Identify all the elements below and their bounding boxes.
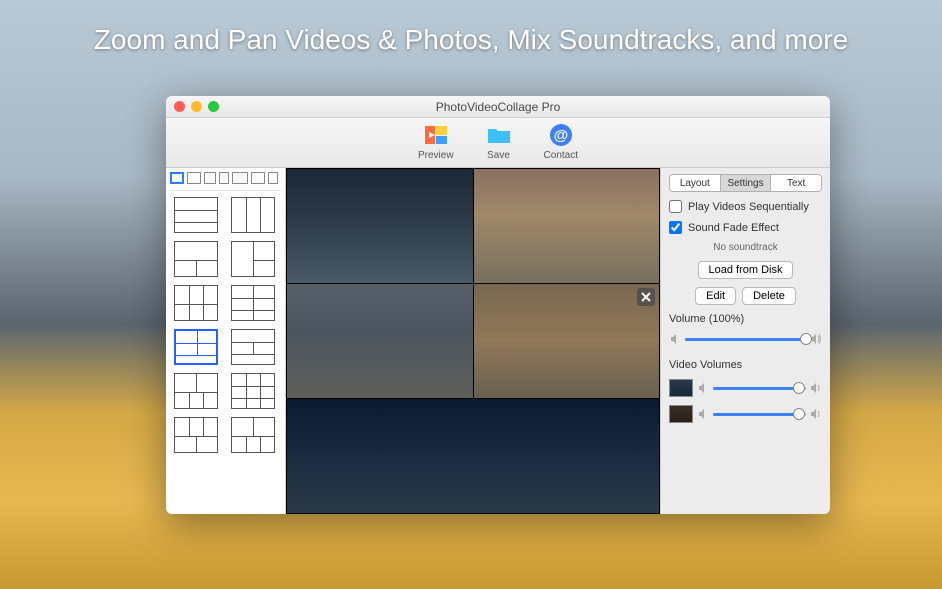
canvas-cell[interactable] [474,284,660,398]
layout-thumbnail[interactable] [231,417,275,453]
checkbox-input[interactable] [669,221,682,234]
layouts-grid [170,197,281,453]
speaker-high-icon [810,408,822,420]
video-volume-slider[interactable] [713,413,806,416]
tab-row: Layout Settings Text [669,174,822,192]
aspect-ratio-row [170,172,281,191]
canvas-cell[interactable] [287,399,659,513]
play-sequentially-checkbox[interactable]: Play Videos Sequentially [669,200,822,213]
video-volume-row [669,405,822,423]
aspect-ratio-button[interactable] [219,172,229,184]
speaker-low-icon [697,408,709,420]
layouts-panel [166,168,286,514]
contact-button[interactable]: @ Contact [544,122,578,167]
video-thumbnail[interactable] [669,405,693,423]
canvas-cell[interactable] [287,169,473,283]
svg-text:@: @ [553,127,568,144]
save-label: Save [487,150,510,161]
minimize-button[interactable] [191,101,202,112]
volume-label: Volume (100%) [669,313,822,325]
layout-thumbnail[interactable] [174,285,218,321]
layout-thumbnail[interactable] [174,197,218,233]
tab-settings[interactable]: Settings [721,175,772,191]
aspect-ratio-button[interactable] [268,172,278,184]
aspect-ratio-button[interactable] [204,172,216,184]
edit-button[interactable]: Edit [695,287,736,305]
aspect-ratio-button[interactable] [170,172,184,184]
aspect-ratio-button[interactable] [232,172,248,184]
tab-text[interactable]: Text [771,175,821,191]
folder-icon [486,122,512,148]
settings-panel: Layout Settings Text Play Videos Sequent… [660,168,830,514]
preview-icon [423,122,449,148]
sound-fade-checkbox[interactable]: Sound Fade Effect [669,221,822,234]
canvas-cell[interactable] [287,284,473,398]
layout-thumbnail[interactable] [231,241,275,277]
preview-label: Preview [418,150,454,161]
traffic-lights [174,101,219,112]
layout-thumbnail[interactable] [174,373,218,409]
tab-layout[interactable]: Layout [670,175,721,191]
layout-thumbnail[interactable] [231,329,275,365]
speaker-low-icon [669,333,681,345]
remove-cell-button[interactable] [637,288,655,306]
checkbox-label: Play Videos Sequentially [688,201,809,213]
layout-thumbnail[interactable] [174,241,218,277]
layout-thumbnail[interactable] [231,373,275,409]
delete-button[interactable]: Delete [742,287,796,305]
video-thumbnail[interactable] [669,379,693,397]
app-window: PhotoVideoCollage Pro Preview Save [166,96,830,514]
close-button[interactable] [174,101,185,112]
master-volume-slider[interactable] [669,333,822,345]
aspect-ratio-button[interactable] [251,172,265,184]
speaker-low-icon [697,382,709,394]
window-title: PhotoVideoCollage Pro [436,100,561,114]
load-from-disk-button[interactable]: Load from Disk [698,261,794,279]
video-volume-row [669,379,822,397]
at-icon: @ [548,122,574,148]
layout-thumbnail[interactable] [174,329,218,365]
contact-label: Contact [544,150,578,161]
layout-thumbnail[interactable] [231,285,275,321]
preview-button[interactable]: Preview [418,122,454,167]
save-button[interactable]: Save [486,122,512,167]
checkbox-label: Sound Fade Effect [688,222,779,234]
video-volumes-label: Video Volumes [669,359,822,371]
layout-thumbnail[interactable] [174,417,218,453]
speaker-high-icon [810,382,822,394]
content-area: Layout Settings Text Play Videos Sequent… [166,168,830,514]
collage-canvas[interactable] [286,168,660,514]
maximize-button[interactable] [208,101,219,112]
layout-thumbnail[interactable] [231,197,275,233]
checkbox-input[interactable] [669,200,682,213]
soundtrack-status: No soundtrack [669,242,822,253]
banner-headline: Zoom and Pan Videos & Photos, Mix Soundt… [0,24,942,56]
canvas-cell[interactable] [474,169,660,283]
video-volume-slider[interactable] [713,387,806,390]
toolbar: Preview Save @ Contact [166,118,830,168]
titlebar: PhotoVideoCollage Pro [166,96,830,118]
aspect-ratio-button[interactable] [187,172,201,184]
